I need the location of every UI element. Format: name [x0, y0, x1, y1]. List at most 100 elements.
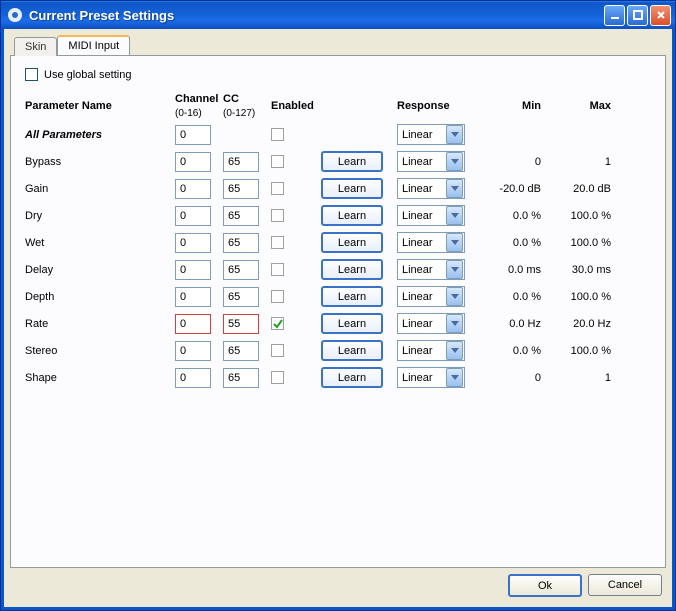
channel-input[interactable]	[175, 206, 211, 226]
enabled-checkbox[interactable]	[271, 155, 284, 168]
parameter-name: Depth	[25, 291, 54, 303]
learn-button[interactable]: Learn	[321, 178, 383, 199]
maximize-button[interactable]	[627, 5, 648, 26]
header-cc: CC (0-127)	[223, 93, 271, 121]
cc-input[interactable]	[223, 368, 259, 388]
min-value: 0.0 %	[477, 291, 547, 303]
enabled-checkbox[interactable]	[271, 236, 284, 249]
enabled-checkbox[interactable]	[271, 371, 284, 384]
max-value: 20.0 dB	[547, 183, 617, 195]
channel-input[interactable]	[175, 152, 211, 172]
enabled-checkbox[interactable]	[271, 263, 284, 276]
enabled-checkbox[interactable]	[271, 344, 284, 357]
channel-input[interactable]	[175, 260, 211, 280]
cc-input[interactable]	[223, 341, 259, 361]
response-select[interactable]: Linear	[397, 286, 465, 307]
header-min: Min	[477, 100, 547, 114]
enabled-checkbox[interactable]	[271, 317, 284, 330]
response-value: Linear	[398, 210, 446, 222]
enabled-checkbox[interactable]	[271, 209, 284, 222]
response-select[interactable]: Linear	[397, 313, 465, 334]
chevron-down-icon	[446, 260, 463, 279]
min-value: 0.0 ms	[477, 264, 547, 276]
parameter-name: Gain	[25, 183, 48, 195]
parameter-name: Delay	[25, 264, 53, 276]
min-value: 0.0 Hz	[477, 318, 547, 330]
cancel-button[interactable]: Cancel	[588, 574, 662, 596]
close-button[interactable]	[650, 5, 671, 26]
chevron-down-icon	[446, 341, 463, 360]
header-max: Max	[547, 100, 617, 114]
cc-input[interactable]	[223, 152, 259, 172]
header-enabled: Enabled	[271, 100, 321, 114]
tab-midi-input[interactable]: MIDI Input	[57, 35, 130, 55]
max-value: 100.0 %	[547, 237, 617, 249]
response-select[interactable]: Linear	[397, 151, 465, 172]
learn-button[interactable]: Learn	[321, 232, 383, 253]
learn-button[interactable]: Learn	[321, 313, 383, 334]
learn-button[interactable]: Learn	[321, 151, 383, 172]
channel-input[interactable]	[175, 233, 211, 253]
tabpanel-midi-input: Use global setting Parameter Name Channe…	[10, 55, 666, 568]
response-value: Linear	[398, 264, 446, 276]
response-select[interactable]: Linear	[397, 178, 465, 199]
max-value: 1	[547, 372, 617, 384]
parameter-grid: Parameter Name Channel (0-16) CC (0-127)…	[25, 93, 651, 391]
channel-input[interactable]	[175, 179, 211, 199]
chevron-down-icon	[446, 233, 463, 252]
header-response: Response	[397, 100, 477, 114]
use-global-setting-row: Use global setting	[25, 68, 651, 81]
enabled-checkbox[interactable]	[271, 128, 284, 141]
ok-button[interactable]: Ok	[508, 574, 582, 597]
cc-input[interactable]	[223, 287, 259, 307]
learn-button[interactable]: Learn	[321, 367, 383, 388]
min-value: 0.0 %	[477, 237, 547, 249]
parameter-name: All Parameters	[25, 129, 102, 141]
learn-button[interactable]: Learn	[321, 340, 383, 361]
chevron-down-icon	[446, 179, 463, 198]
channel-input[interactable]	[175, 314, 211, 334]
cc-input[interactable]	[223, 233, 259, 253]
cc-input[interactable]	[223, 206, 259, 226]
response-select[interactable]: Linear	[397, 205, 465, 226]
max-value: 1	[547, 156, 617, 168]
minimize-button[interactable]	[604, 5, 625, 26]
learn-button[interactable]: Learn	[321, 259, 383, 280]
cc-input[interactable]	[223, 314, 259, 334]
use-global-setting-checkbox[interactable]	[25, 68, 38, 81]
chevron-down-icon	[446, 368, 463, 387]
window-buttons	[604, 5, 671, 26]
app-icon	[7, 7, 23, 23]
channel-input[interactable]	[175, 125, 211, 145]
header-parameter-name: Parameter Name	[25, 100, 175, 114]
parameter-name: Bypass	[25, 156, 61, 168]
header-channel: Channel (0-16)	[175, 93, 223, 121]
channel-input[interactable]	[175, 287, 211, 307]
channel-input[interactable]	[175, 368, 211, 388]
parameter-name: Rate	[25, 318, 48, 330]
titlebar: Current Preset Settings	[1, 1, 675, 29]
cc-input[interactable]	[223, 179, 259, 199]
response-select[interactable]: Linear	[397, 124, 465, 145]
min-value: 0.0 %	[477, 345, 547, 357]
tabstrip: Skin MIDI Input	[10, 35, 666, 55]
parameter-name: Shape	[25, 372, 57, 384]
max-value: 100.0 %	[547, 210, 617, 222]
cc-input[interactable]	[223, 260, 259, 280]
response-select[interactable]: Linear	[397, 340, 465, 361]
enabled-checkbox[interactable]	[271, 182, 284, 195]
channel-input[interactable]	[175, 341, 211, 361]
min-value: -20.0 dB	[477, 183, 547, 195]
response-value: Linear	[398, 129, 446, 141]
learn-button[interactable]: Learn	[321, 286, 383, 307]
window-title: Current Preset Settings	[29, 8, 604, 23]
max-value: 20.0 Hz	[547, 318, 617, 330]
response-select[interactable]: Linear	[397, 367, 465, 388]
enabled-checkbox[interactable]	[271, 290, 284, 303]
response-value: Linear	[398, 156, 446, 168]
response-select[interactable]: Linear	[397, 259, 465, 280]
learn-button[interactable]: Learn	[321, 205, 383, 226]
tab-skin[interactable]: Skin	[14, 37, 57, 56]
dialog-footer: Ok Cancel	[10, 568, 666, 601]
response-select[interactable]: Linear	[397, 232, 465, 253]
